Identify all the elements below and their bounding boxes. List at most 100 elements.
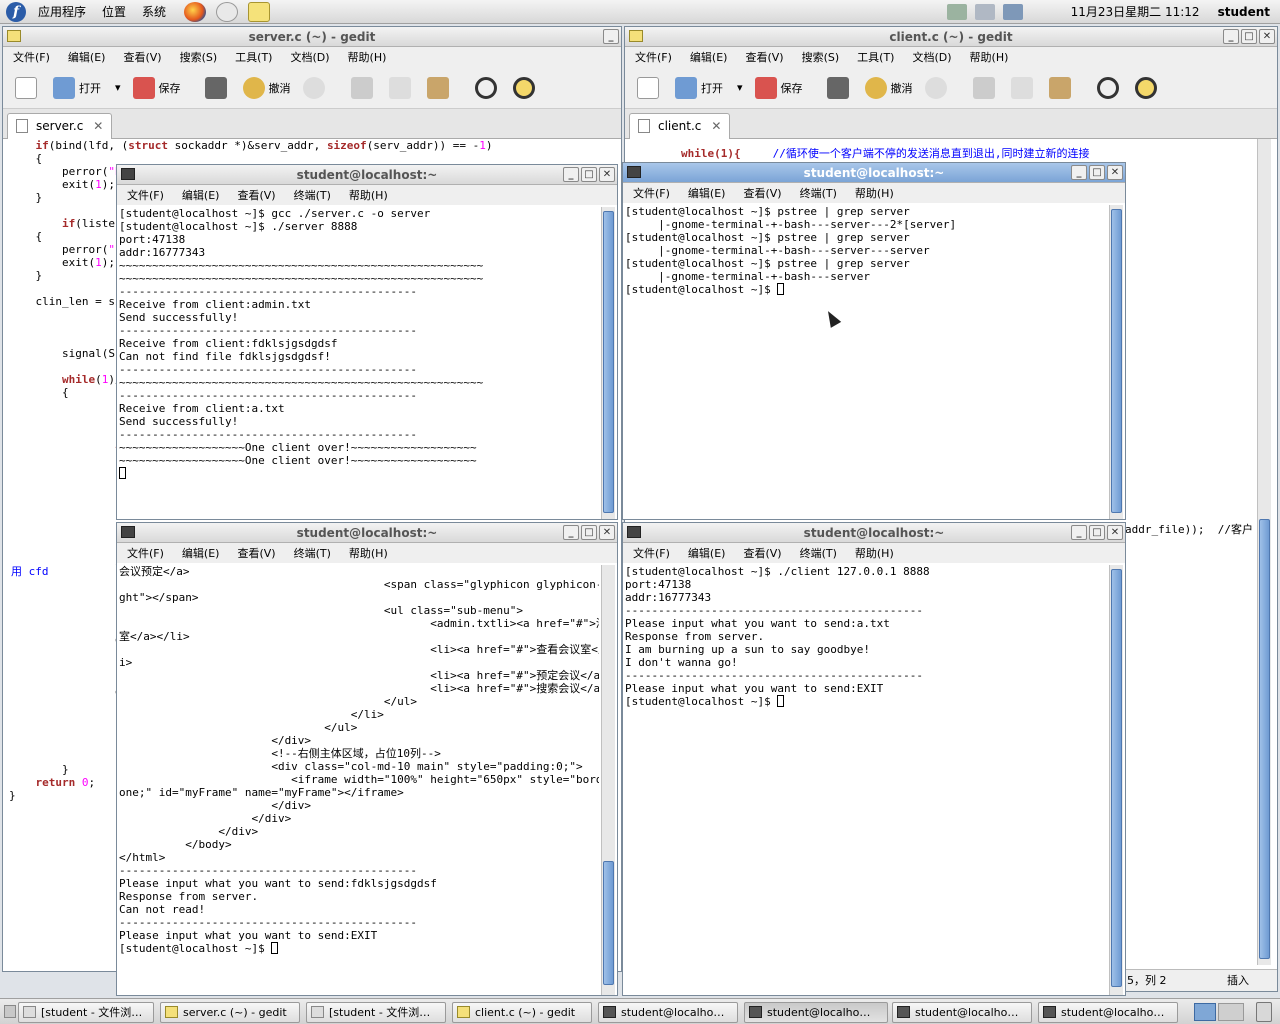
menu-edit[interactable]: 编辑(E) (680, 49, 736, 65)
gedit-server-titlebar[interactable]: server.c (~) - gedit _ (3, 27, 621, 47)
minimize-button[interactable]: _ (563, 525, 579, 540)
redo-button[interactable] (302, 76, 329, 99)
copy-button[interactable] (388, 76, 415, 99)
menu-edit[interactable]: 编辑(E) (678, 185, 734, 201)
chevron-down-icon[interactable]: ▾ (115, 81, 121, 94)
firefox-icon[interactable] (184, 1, 207, 22)
minimize-button[interactable]: _ (603, 29, 619, 44)
terminal-scrollbar[interactable] (601, 207, 615, 519)
fedora-logo-icon[interactable]: f (6, 1, 26, 22)
task-terminal-3[interactable]: student@localho… (892, 1002, 1032, 1023)
menu-tools[interactable]: 工具(T) (225, 49, 280, 65)
trash-icon[interactable] (1256, 1002, 1272, 1022)
menu-view[interactable]: 查看(V) (733, 545, 789, 561)
paste-button[interactable] (426, 76, 453, 99)
menu-system[interactable]: 系统 (134, 3, 174, 20)
show-desktop-icon[interactable] (4, 1005, 16, 1018)
menu-view[interactable]: 查看(V) (227, 187, 283, 203)
menu-view[interactable]: 查看(V) (733, 185, 789, 201)
menu-terminal[interactable]: 终端(T) (284, 187, 339, 203)
menu-applications[interactable]: 应用程序 (30, 3, 94, 20)
task-file-browser-2[interactable]: [student - 文件浏… (306, 1002, 446, 1023)
terminal-titlebar[interactable]: student@localhost:~ _ □ ✕ (623, 163, 1125, 183)
print-button[interactable] (826, 76, 853, 99)
menu-search[interactable]: 搜索(S) (792, 49, 848, 65)
workspace-2-icon[interactable] (1218, 1003, 1244, 1021)
menu-help[interactable]: 帮助(H) (960, 49, 1017, 65)
maximize-button[interactable]: □ (581, 525, 597, 540)
chevron-down-icon[interactable]: ▾ (737, 81, 743, 94)
menu-file[interactable]: 文件(F) (625, 49, 680, 65)
mail-icon[interactable] (216, 1, 239, 22)
menu-tools[interactable]: 工具(T) (847, 49, 902, 65)
cut-button[interactable] (972, 76, 999, 99)
menu-edit[interactable]: 编辑(E) (58, 49, 114, 65)
task-terminal-1[interactable]: student@localho… (598, 1002, 738, 1023)
terminal-scrollbar[interactable] (601, 565, 615, 995)
terminal-output[interactable]: 会议预定</a> <span class="glyphicon glyphico… (119, 565, 599, 995)
menu-help[interactable]: 帮助(H) (338, 49, 395, 65)
client-editor-scrollbar[interactable] (1257, 139, 1271, 965)
menu-file[interactable]: 文件(F) (623, 185, 678, 201)
menu-search[interactable]: 搜索(S) (170, 49, 226, 65)
menu-help[interactable]: 帮助(H) (339, 545, 396, 561)
workspace-1-icon[interactable] (1194, 1003, 1216, 1021)
task-server-gedit[interactable]: server.c (~) - gedit (160, 1002, 300, 1023)
menu-edit[interactable]: 编辑(E) (172, 545, 228, 561)
scrollbar-thumb[interactable] (1111, 209, 1122, 513)
menu-file[interactable]: 文件(F) (623, 545, 678, 561)
menu-help[interactable]: 帮助(H) (339, 187, 396, 203)
terminal-titlebar[interactable]: student@localhost:~ _ □ ✕ (117, 165, 617, 185)
task-terminal-2[interactable]: student@localho… (744, 1002, 888, 1023)
new-button[interactable] (637, 76, 663, 99)
menu-view[interactable]: 查看(V) (735, 49, 791, 65)
scrollbar-thumb[interactable] (1259, 519, 1270, 959)
display-icon[interactable] (1002, 3, 1023, 20)
menu-file[interactable]: 文件(F) (117, 545, 172, 561)
scrollbar-thumb[interactable] (603, 861, 614, 985)
find-button[interactable] (1096, 76, 1123, 99)
task-file-browser-1[interactable]: [student - 文件浏… (18, 1002, 154, 1023)
undo-button[interactable]: 撤消 (864, 76, 913, 99)
scrollbar-thumb[interactable] (603, 211, 614, 513)
network-icon[interactable] (946, 3, 967, 20)
open-button[interactable]: 打开 ▾ (675, 76, 743, 99)
terminal-scrollbar[interactable] (1109, 205, 1123, 519)
close-button[interactable]: ✕ (1259, 29, 1275, 44)
paste-button[interactable] (1048, 76, 1075, 99)
menu-terminal[interactable]: 终端(T) (790, 545, 845, 561)
minimize-button[interactable]: _ (1071, 165, 1087, 180)
menu-file[interactable]: 文件(F) (3, 49, 58, 65)
menu-documents[interactable]: 文档(D) (902, 49, 959, 65)
menu-help[interactable]: 帮助(H) (845, 185, 902, 201)
undo-button[interactable]: 撤消 (242, 76, 291, 99)
menu-edit[interactable]: 编辑(E) (172, 187, 228, 203)
menu-terminal[interactable]: 终端(T) (790, 185, 845, 201)
replace-button[interactable] (512, 76, 539, 99)
terminal-titlebar[interactable]: student@localhost:~ _ □ ✕ (117, 523, 617, 543)
print-button[interactable] (204, 76, 231, 99)
maximize-button[interactable]: □ (1089, 525, 1105, 540)
maximize-button[interactable]: □ (1089, 165, 1105, 180)
find-button[interactable] (474, 76, 501, 99)
menu-documents[interactable]: 文档(D) (280, 49, 337, 65)
terminal-output[interactable]: [student@localhost ~]$ pstree | grep ser… (625, 205, 1107, 519)
tab-server-c[interactable]: server.c ✕ (7, 113, 113, 139)
gedit-client-titlebar[interactable]: client.c (~) - gedit _ □ ✕ (625, 27, 1277, 47)
redo-button[interactable] (924, 76, 951, 99)
clock[interactable]: 11月23日星期二 11:12 (1071, 3, 1200, 20)
copy-button[interactable] (1010, 76, 1037, 99)
user-name[interactable]: student (1218, 5, 1270, 19)
menu-view[interactable]: 查看(V) (227, 545, 283, 561)
tab-client-c[interactable]: client.c ✕ (629, 113, 731, 139)
menu-file[interactable]: 文件(F) (117, 187, 172, 203)
minimize-button[interactable]: _ (1071, 525, 1087, 540)
new-button[interactable] (15, 76, 41, 99)
close-button[interactable]: ✕ (1107, 165, 1123, 180)
close-tab-icon[interactable]: ✕ (711, 119, 721, 133)
maximize-button[interactable]: □ (1241, 29, 1257, 44)
task-terminal-4[interactable]: student@localho… (1038, 1002, 1178, 1023)
volume-icon[interactable] (974, 3, 995, 20)
terminal-output[interactable]: [student@localhost ~]$ ./client 127.0.0.… (625, 565, 1107, 995)
close-button[interactable]: ✕ (1107, 525, 1123, 540)
